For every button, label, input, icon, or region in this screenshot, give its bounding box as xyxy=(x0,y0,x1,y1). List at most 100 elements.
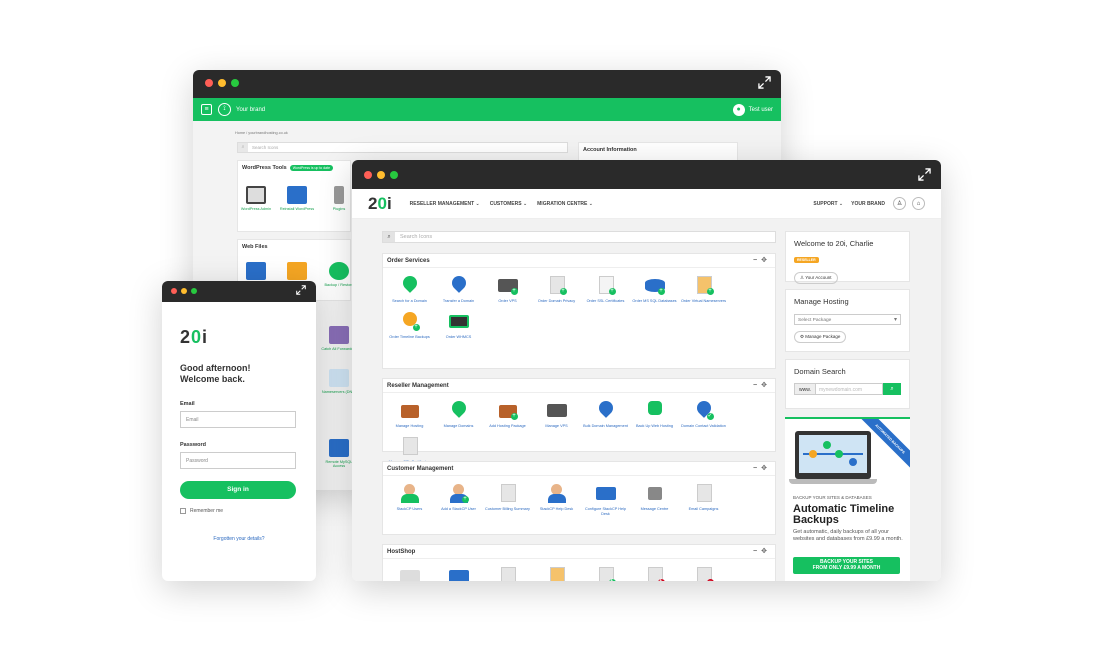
password-field[interactable]: Password xyxy=(180,452,296,469)
front-top-nav: 20i RESELLER MANAGEMENT ⌄ CUSTOMERS ⌄ MI… xyxy=(352,189,941,219)
stackcp-users-icon-tile[interactable]: StackCP Users xyxy=(385,480,434,516)
domain-prefix: www. xyxy=(794,383,816,395)
timeline-illustration xyxy=(803,441,863,466)
package-select[interactable]: Select Package xyxy=(794,314,901,325)
close-dot[interactable] xyxy=(171,288,177,294)
menu-your-brand[interactable]: YOUR BRAND xyxy=(851,201,885,207)
message-centre-icon-tile[interactable]: Message Centre xyxy=(630,480,679,516)
configure-help-desk-icon-tile[interactable]: Configure StackCP Help Desk xyxy=(581,480,630,516)
timeline-backups-icon-tile[interactable]: + Order Timeline Backups xyxy=(385,308,434,340)
manage-hosting-title: Manage Hosting xyxy=(794,297,849,306)
expand-icon[interactable] xyxy=(918,168,931,181)
hamburger-icon[interactable]: ≡ xyxy=(201,104,212,115)
hostshop-icon-tile[interactable]: − xyxy=(679,563,728,581)
reseller-management-icons: Manage Hosting Manage Domains + Add Hosti… xyxy=(383,393,775,468)
section-title: Order Services −✥ xyxy=(383,254,775,268)
forgot-link[interactable]: Forgotten your details? xyxy=(180,536,298,542)
ssl-certificates-icon-tile[interactable]: + Order SSL Certificates xyxy=(581,272,630,304)
hostshop-icon-tile[interactable]: £ xyxy=(581,563,630,581)
hostshop-icon-tile[interactable] xyxy=(385,563,434,581)
email-field[interactable]: Email xyxy=(180,411,296,428)
domain-privacy-icon-tile[interactable]: + Order Domain Privacy xyxy=(532,272,581,304)
email-label: Email xyxy=(180,401,195,407)
login-form: 20i Good afternoon! Welcome back. Email E… xyxy=(162,327,316,542)
search-placeholder: Search Icons xyxy=(400,234,433,240)
manage-ssl-icon-tile[interactable]: Manage SSL Certificates xyxy=(385,433,434,465)
domain-search-form: www. mynewdomain.com ⌕ xyxy=(794,383,901,395)
domain-search-card: Domain Search www. mynewdomain.com ⌕ xyxy=(785,359,910,409)
close-dot[interactable] xyxy=(205,79,213,87)
account-panel: Account Information xyxy=(578,142,738,162)
remember-me[interactable]: Remember me xyxy=(180,508,298,514)
add-stackcp-user-icon-tile[interactable]: + Add a StackCP User xyxy=(434,480,483,516)
search-input[interactable]: ⌕ Search Icons xyxy=(237,142,568,153)
customer-management-icons: StackCP Users + Add a StackCP User Custom… xyxy=(383,476,775,520)
collapse-move-icons[interactable]: −✥ xyxy=(753,256,771,264)
your-account-button[interactable]: ♙ Your Account xyxy=(794,272,838,284)
close-dot[interactable] xyxy=(364,171,372,179)
search-input[interactable]: ⌕ Search Icons xyxy=(382,231,776,243)
promo-button[interactable]: BACKUP YOUR SITES FROM ONLY £9.99 A MONTH xyxy=(793,557,900,574)
reseller-management-section: Reseller Management −✥ Manage Hosting Man… xyxy=(382,378,776,464)
section-title: HostShop −✥ xyxy=(383,545,775,559)
zoom-dot[interactable] xyxy=(231,79,239,87)
manage-vps-icon-tile[interactable]: Manage VPS xyxy=(532,397,581,429)
menu-migration-centre[interactable]: MIGRATION CENTRE ⌄ xyxy=(537,201,593,207)
minimize-dot[interactable] xyxy=(181,288,187,294)
hostshop-icon-tile[interactable] xyxy=(434,563,483,581)
hostshop-icon-tile[interactable]: £ xyxy=(630,563,679,581)
search-icon: ⌕ xyxy=(238,143,248,152)
ms-sql-icon-tile[interactable]: + Order MS SQL Databases xyxy=(630,272,679,304)
manage-package-button[interactable]: ⚙ Manage Package xyxy=(794,331,847,343)
menu-reseller-management[interactable]: RESELLER MANAGEMENT ⌄ xyxy=(410,201,480,207)
collapse-move-icons[interactable]: −✥ xyxy=(753,381,771,389)
transfer-domain-icon-tile[interactable]: Transfer a Domain xyxy=(434,272,483,304)
menu-customers[interactable]: CUSTOMERS ⌄ xyxy=(490,201,527,207)
zoom-dot[interactable] xyxy=(390,171,398,179)
menu-support[interactable]: SUPPORT ⌄ xyxy=(813,201,843,207)
zoom-dot[interactable] xyxy=(191,288,197,294)
ftp-icon-tile[interactable] xyxy=(278,262,316,283)
minimize-dot[interactable] xyxy=(377,171,385,179)
minimize-dot[interactable] xyxy=(218,79,226,87)
manage-hosting-card: Manage Hosting Select Package ⚙ Manage P… xyxy=(785,289,910,352)
help-desk-icon-tile[interactable]: StackCP Help Desk xyxy=(532,480,581,516)
remember-checkbox[interactable] xyxy=(180,508,186,514)
brand-name: Your brand xyxy=(236,106,266,113)
domain-search-button[interactable]: ⌕ xyxy=(883,383,901,395)
expand-icon[interactable] xyxy=(758,76,771,89)
virtual-nameservers-icon-tile[interactable]: + Order Virtual Nameservers xyxy=(679,272,728,304)
domain-contact-validation-icon-tile[interactable]: ✓ Domain Contact Validation xyxy=(679,397,728,429)
manage-hosting-icon-tile[interactable]: Manage Hosting xyxy=(385,397,434,429)
domain-input[interactable]: mynewdomain.com xyxy=(815,383,883,395)
expand-icon[interactable] xyxy=(296,285,306,295)
collapse-move-icons[interactable]: −✥ xyxy=(753,547,771,555)
order-whmcs-icon-tile[interactable]: Order WHMCS xyxy=(434,308,483,340)
section-title: Reseller Management −✥ xyxy=(383,379,775,393)
hostshop-icon-tile[interactable] xyxy=(532,563,581,581)
add-hosting-package-icon-tile[interactable]: + Add Hosting Package xyxy=(483,397,532,429)
back-up-hosting-icon-tile[interactable]: Back Up Web Hosting xyxy=(630,397,679,429)
order-services-section: Order Services −✥ Search for a Domain Tra… xyxy=(382,253,776,369)
wp-status-badge: WordPress is up to date xyxy=(289,165,334,171)
folder-icon-tile[interactable] xyxy=(237,262,275,283)
manage-domains-icon-tile[interactable]: Manage Domains xyxy=(434,397,483,429)
sign-in-button[interactable]: Sign in xyxy=(180,481,296,499)
wp-admin-icon-tile[interactable]: WordPress Admin xyxy=(237,186,275,211)
wp-tools-panel: WordPress Tools WordPress is up to date W… xyxy=(237,160,351,232)
basket-icon[interactable]: ⌂ xyxy=(912,197,925,210)
user-menu[interactable]: ● Test user xyxy=(732,103,773,116)
reinstall-wp-icon-tile[interactable]: Reinstall WordPress xyxy=(278,186,316,211)
user-icon[interactable]: ♙ xyxy=(893,197,906,210)
bulk-domain-icon-tile[interactable]: Bulk Domain Management xyxy=(581,397,630,429)
search-domain-icon-tile[interactable]: Search for a Domain xyxy=(385,272,434,304)
email-campaigns-icon-tile[interactable]: Email Campaigns xyxy=(679,480,728,516)
hostshop-icon-tile[interactable] xyxy=(483,563,532,581)
password-label: Password xyxy=(180,442,206,448)
billing-summary-icon-tile[interactable]: Customer Billing Summary xyxy=(483,480,532,516)
user-avatar-icon: ● xyxy=(732,103,745,116)
promo-text: Get automatic, daily backups of all your… xyxy=(793,529,903,542)
20i-logo[interactable]: 20i xyxy=(368,194,392,214)
collapse-move-icons[interactable]: −✥ xyxy=(753,464,771,472)
order-vps-icon-tile[interactable]: + Order VPS xyxy=(483,272,532,304)
